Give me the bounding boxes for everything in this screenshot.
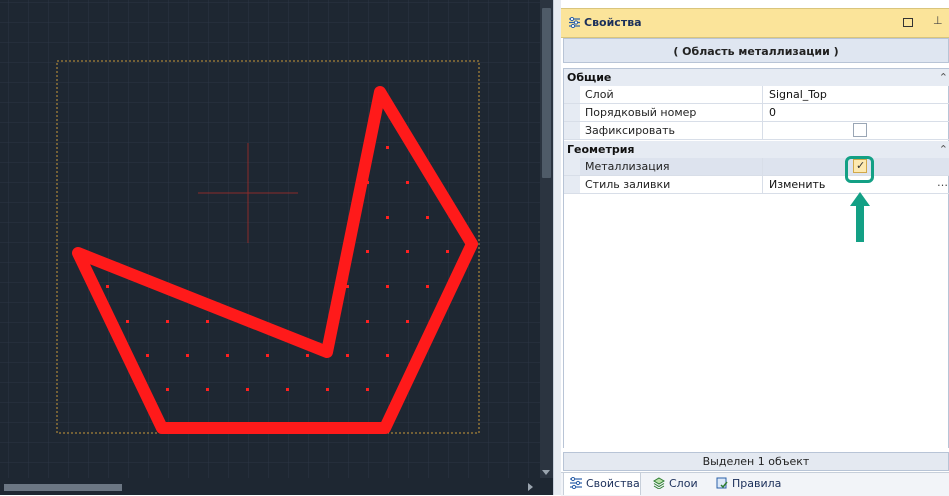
property-name: Порядковый номер <box>585 104 763 121</box>
property-row-fill-style[interactable]: Стиль заливки Изменить … <box>564 176 949 194</box>
canvas-drawing <box>0 0 540 478</box>
tab-label: Правила <box>732 477 782 490</box>
row-gutter <box>564 158 580 175</box>
rules-icon <box>716 477 728 489</box>
property-row-order[interactable]: Порядковый номер 0 <box>564 104 949 122</box>
property-value-fill-style[interactable]: Изменить <box>769 176 825 193</box>
category-label: Геометрия <box>567 143 635 156</box>
property-row-lock[interactable]: Зафиксировать <box>564 122 949 140</box>
property-value-order[interactable]: 0 <box>769 104 776 121</box>
row-gutter <box>564 86 580 103</box>
property-row-layer[interactable]: Слой Signal_Top <box>564 86 949 104</box>
panel-title: Свойства <box>584 16 642 29</box>
canvas-vertical-scrollbar[interactable] <box>540 0 553 478</box>
panel-tabs: Свойства Слои Правила <box>561 472 949 496</box>
panel-header: Свойства ⊥ <box>561 8 949 38</box>
selection-title: ( Область металлизации ) <box>563 38 949 63</box>
ellipsis-button[interactable]: … <box>937 176 948 189</box>
property-name: Металлизация <box>585 158 763 175</box>
property-name: Зафиксировать <box>585 122 763 139</box>
property-grid: Общие ⌃ Слой Signal_Top Порядковый номер… <box>563 68 949 448</box>
properties-panel: Свойства ⊥ ( Область металлизации ) Общи… <box>561 0 949 496</box>
row-gutter <box>564 122 580 139</box>
property-name: Слой <box>585 86 763 103</box>
row-gutter <box>564 176 580 193</box>
maximize-icon[interactable] <box>903 18 913 27</box>
pin-icon[interactable]: ⊥ <box>933 14 943 27</box>
property-name: Стиль заливки <box>585 176 763 193</box>
category-geometry[interactable]: Геометрия ⌃ <box>564 141 949 158</box>
tab-rules[interactable]: Правила <box>716 473 781 495</box>
tab-label: Слои <box>669 477 698 490</box>
category-label: Общие <box>567 71 612 84</box>
up-arrow-icon <box>850 192 870 242</box>
property-row-metallization[interactable]: Металлизация ✓ <box>564 158 949 176</box>
collapse-icon[interactable]: ⌃ <box>939 141 948 158</box>
lock-checkbox[interactable] <box>853 123 867 137</box>
tab-label: Свойства <box>586 477 640 490</box>
highlight-ring <box>845 156 874 183</box>
selection-status: Выделен 1 объект <box>563 452 949 471</box>
layers-icon <box>653 477 665 489</box>
properties-icon <box>569 17 580 28</box>
category-general[interactable]: Общие ⌃ <box>564 69 949 86</box>
canvas-horizontal-scrollbar[interactable] <box>0 478 553 495</box>
collapse-icon[interactable]: ⌃ <box>939 69 948 86</box>
pcb-canvas[interactable] <box>0 0 540 495</box>
horizontal-scroll-thumb[interactable] <box>4 484 122 491</box>
scroll-right-icon[interactable] <box>528 483 533 491</box>
tab-properties[interactable]: Свойства <box>563 473 641 495</box>
vertical-scroll-thumb[interactable] <box>542 8 551 178</box>
grid-background <box>0 0 540 478</box>
tab-layers[interactable]: Слои <box>653 473 698 495</box>
scroll-down-icon[interactable] <box>542 470 550 475</box>
properties-icon <box>570 477 582 489</box>
property-value-layer[interactable]: Signal_Top <box>769 86 827 103</box>
row-gutter <box>564 104 580 121</box>
